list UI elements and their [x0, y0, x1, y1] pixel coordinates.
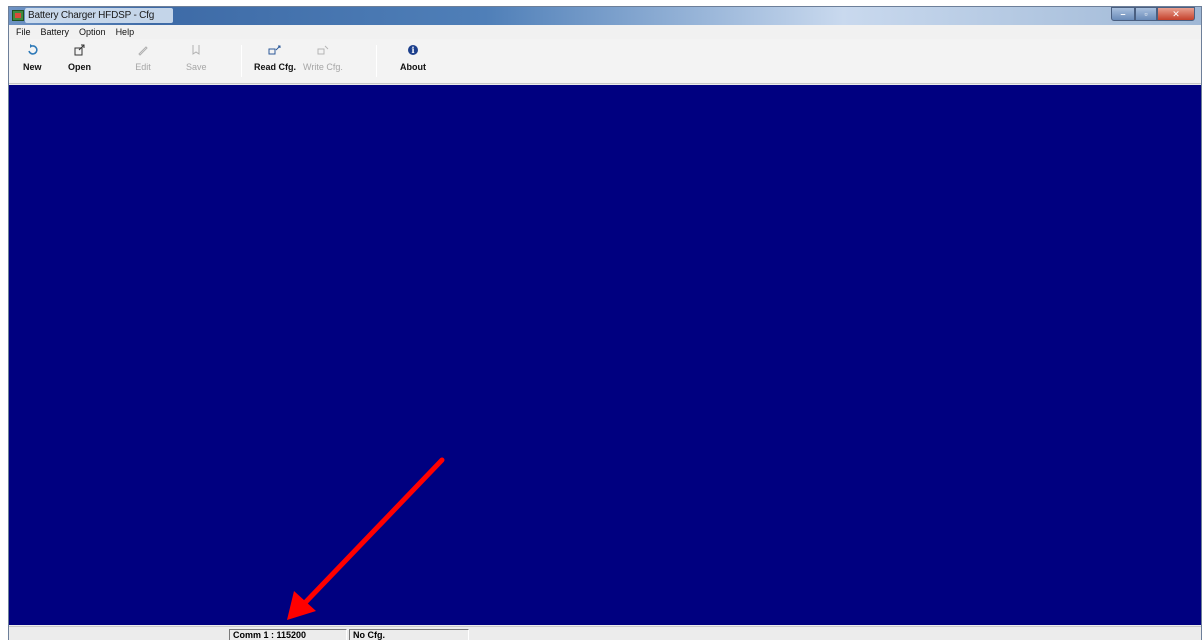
annotation-arrow — [287, 457, 445, 620]
arrow-shaft — [297, 457, 445, 611]
